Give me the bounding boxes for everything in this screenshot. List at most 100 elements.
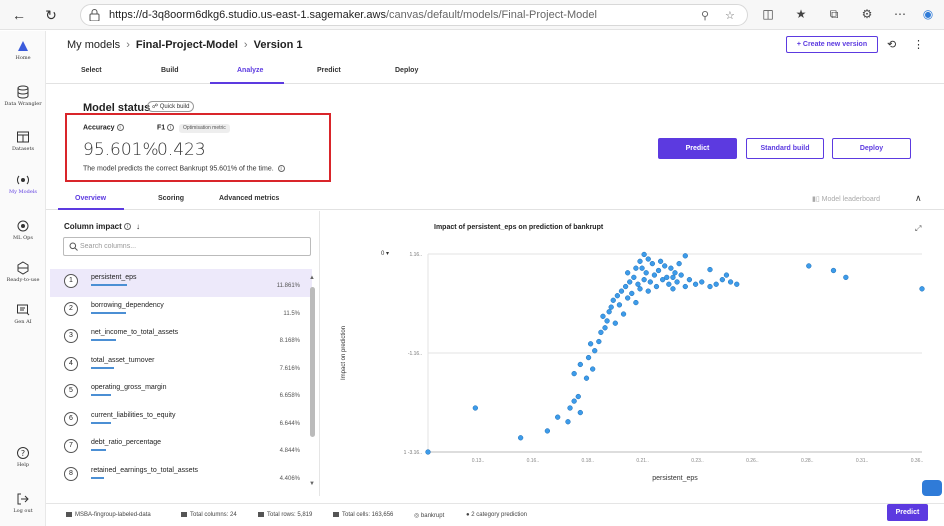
search-columns-field[interactable] bbox=[63, 237, 311, 256]
info-icon[interactable]: i bbox=[123, 223, 131, 231]
favorites-icon[interactable]: ★ bbox=[793, 7, 809, 21]
chevron-down-icon: ▾ bbox=[386, 251, 390, 257]
search-input[interactable] bbox=[80, 240, 300, 253]
data-point bbox=[830, 267, 837, 274]
column-name: net_income_to_total_assets bbox=[91, 329, 179, 336]
tab-scoring[interactable]: Scoring bbox=[158, 195, 184, 202]
favorite-star-icon[interactable]: ☆ bbox=[725, 9, 735, 22]
tab-advanced-metrics[interactable]: Advanced metrics bbox=[219, 195, 279, 202]
sort-down-icon[interactable]: ↓ bbox=[136, 222, 140, 231]
data-point bbox=[707, 266, 713, 273]
refresh-icon[interactable]: ↻ bbox=[42, 6, 60, 24]
y-axis-label: Impact on prediction bbox=[341, 326, 347, 380]
sidebar-item-datasets[interactable]: Datasets bbox=[0, 130, 46, 152]
sidebar-item-help[interactable]: ? Help bbox=[0, 446, 46, 468]
sidebar-item-home[interactable]: Home bbox=[0, 39, 46, 61]
workflow-tabs: Select Build Analyze Predict Deploy bbox=[46, 60, 944, 84]
accuracy-label: Accuracy i bbox=[83, 124, 124, 131]
sidebar-item-ml-ops[interactable]: ML Ops bbox=[0, 219, 46, 241]
search-icon bbox=[69, 242, 78, 251]
sidebar-item-label: ML Ops bbox=[13, 235, 33, 241]
model-leaderboard-link[interactable]: ▮▯ Model leaderboard bbox=[812, 195, 880, 203]
back-icon[interactable]: ← bbox=[10, 6, 28, 24]
info-icon[interactable]: i bbox=[116, 124, 124, 131]
sidebar-item-my-models[interactable]: My Models bbox=[0, 173, 46, 195]
impact-bar bbox=[91, 339, 116, 341]
tab-overview[interactable]: Overview bbox=[75, 195, 106, 202]
tab-deploy[interactable]: Deploy bbox=[395, 67, 418, 74]
list-item[interactable]: 6 current_liabilities_to_equity 6.644% bbox=[50, 407, 312, 435]
impact-value: 4.844% bbox=[279, 448, 300, 454]
more-vertical-icon[interactable]: ⋮ bbox=[913, 38, 924, 51]
tab-build[interactable]: Build bbox=[161, 67, 179, 74]
x-tick-label: 0.18.. bbox=[581, 458, 594, 464]
data-point bbox=[647, 279, 653, 285]
collapse-icon[interactable]: ∧ bbox=[915, 193, 922, 204]
sidebar-item-log-out[interactable]: Log out bbox=[0, 492, 46, 514]
list-item[interactable]: 1 persistent_eps 11.861% bbox=[50, 269, 312, 297]
data-point bbox=[723, 272, 730, 278]
data-point bbox=[631, 274, 637, 281]
address-bar[interactable]: https://d-3q8oorm6dkg6.studio.us-east-1.… bbox=[80, 4, 748, 26]
breadcrumb-version: Version 1 bbox=[253, 39, 303, 51]
sidebar-item-data-wrangler[interactable]: Data Wrangler bbox=[0, 85, 46, 107]
list-item[interactable]: 4 total_asset_turnover 7.616% bbox=[50, 352, 312, 380]
breadcrumb-my-models[interactable]: My models bbox=[67, 39, 120, 51]
collections-icon[interactable]: ⧉ bbox=[826, 7, 842, 22]
split-screen-icon[interactable]: ◫ bbox=[760, 7, 776, 21]
list-item[interactable]: 5 operating_gross_margin 6.658% bbox=[50, 379, 312, 407]
standard-build-button[interactable]: Standard build bbox=[746, 138, 824, 159]
list-item[interactable]: 2 borrowing_dependency 11.5% bbox=[50, 297, 312, 325]
scroll-up-icon[interactable]: ▲ bbox=[309, 275, 315, 281]
copilot-icon[interactable]: ◉ bbox=[920, 7, 936, 21]
rank-badge: 1 bbox=[64, 274, 78, 288]
impact-bar bbox=[91, 284, 127, 286]
more-icon[interactable]: ⋯ bbox=[892, 7, 908, 21]
data-point bbox=[590, 366, 596, 372]
columns-icon bbox=[181, 512, 187, 517]
list-item[interactable]: 8 retained_earnings_to_total_assets 4.406% bbox=[50, 462, 312, 490]
tab-analyze[interactable]: Analyze bbox=[237, 67, 263, 74]
data-point bbox=[472, 405, 478, 411]
predict-footer-button[interactable]: Predict bbox=[887, 504, 928, 521]
impact-bar bbox=[91, 311, 126, 314]
list-item[interactable]: 3 net_income_to_total_assets 8.168% bbox=[50, 324, 312, 352]
chat-icon[interactable] bbox=[922, 480, 942, 496]
info-icon[interactable]: i bbox=[277, 165, 285, 172]
ready-icon bbox=[17, 261, 29, 275]
rank-badge: 6 bbox=[64, 411, 78, 426]
scroll-down-icon[interactable]: ▼ bbox=[309, 481, 315, 487]
tab-predict[interactable]: Predict bbox=[317, 67, 341, 74]
breadcrumb-model[interactable]: Final-Project-Model bbox=[136, 39, 238, 51]
dataset-name: MSBA-fingroup-labeled-data bbox=[66, 512, 151, 518]
expand-icon[interactable]: ⤢ bbox=[915, 224, 921, 234]
sidebar-item-label: Log out bbox=[13, 508, 33, 514]
data-point bbox=[625, 295, 631, 301]
data-point bbox=[686, 277, 693, 283]
extension-icon[interactable]: ⚙ bbox=[859, 7, 875, 21]
data-point bbox=[637, 286, 643, 292]
data-point bbox=[662, 263, 668, 269]
create-new-version-button[interactable]: + Create new version bbox=[786, 36, 878, 53]
sidebar-item-gen-ai[interactable]: Gen AI bbox=[0, 303, 46, 325]
data-point bbox=[608, 304, 614, 310]
tab-select[interactable]: Select bbox=[81, 67, 102, 74]
scrollbar-thumb[interactable] bbox=[310, 287, 315, 437]
history-icon[interactable]: ⟲ bbox=[887, 38, 896, 51]
deploy-button[interactable]: Deploy bbox=[832, 138, 911, 159]
data-point bbox=[622, 283, 629, 290]
data-point bbox=[666, 281, 672, 287]
zoom-icon[interactable]: ⚲ bbox=[701, 9, 709, 22]
predict-button[interactable]: Predict bbox=[658, 138, 737, 159]
data-point bbox=[657, 258, 664, 264]
data-point bbox=[571, 398, 577, 404]
info-icon[interactable]: i bbox=[167, 124, 175, 131]
value-dropdown[interactable]: 0 ▾ bbox=[381, 250, 404, 263]
list-item[interactable]: 7 debt_ratio_percentage 4.844% bbox=[50, 434, 312, 462]
impact-value: 6.658% bbox=[279, 393, 300, 399]
impact-bar bbox=[91, 449, 106, 451]
impact-bar bbox=[91, 366, 115, 369]
data-point bbox=[575, 393, 581, 400]
data-point bbox=[806, 263, 812, 269]
sidebar-item-ready-to-use[interactable]: Ready-to-use bbox=[0, 261, 46, 283]
